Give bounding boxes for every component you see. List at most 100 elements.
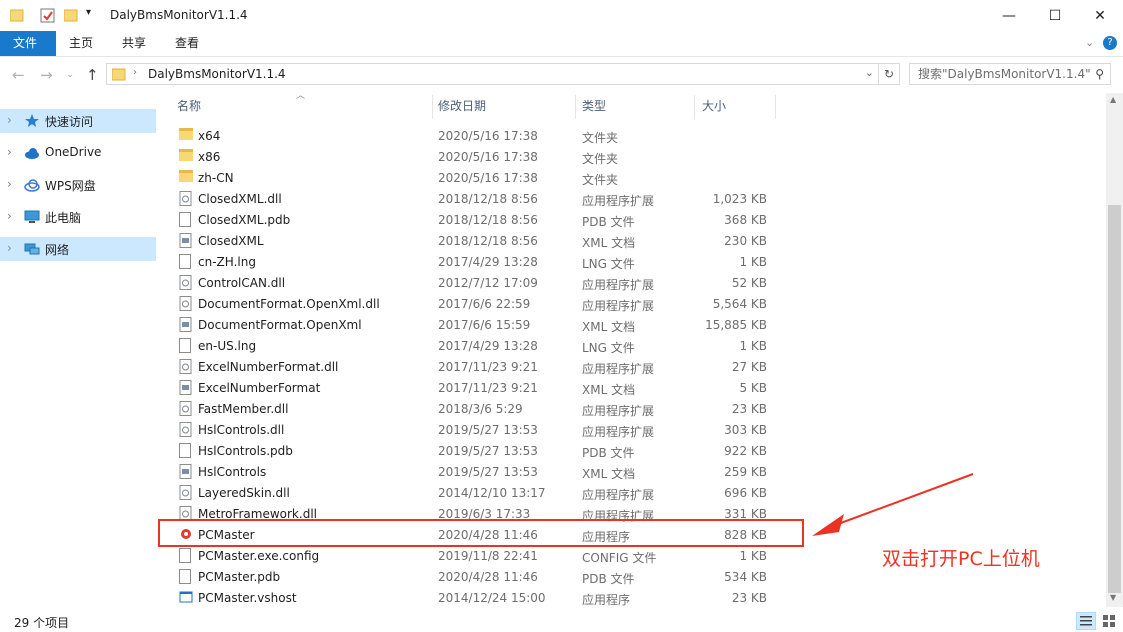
properties-icon[interactable] [40,8,56,24]
sidebar-item-quick-access[interactable]: › 快速访问 [0,109,156,133]
tab-home[interactable]: 主页 [56,31,106,56]
file-date: 2017/6/6 22:59 [438,297,531,311]
file-type: XML 文档 [582,236,636,250]
recent-locations-icon[interactable]: ⌄ [66,69,74,80]
table-row[interactable]: PCMaster.vshost 2014/12/24 15:00 应用程序 23 KB [172,588,772,609]
address-field[interactable]: › DalyBmsMonitorV1.1.4 ⌄ [106,63,879,85]
close-button[interactable]: ✕ [1077,0,1123,31]
folder-icon [179,128,193,144]
sidebar-item-label: 网络 [45,243,70,257]
table-row[interactable]: FastMember.dll 2018/3/6 5:29 应用程序扩展 23 KB [172,399,772,420]
scroll-down-icon[interactable]: ▼ [1110,593,1116,602]
new-folder-icon[interactable] [64,8,78,22]
annotation-arrow [812,473,974,536]
file-icon [179,548,193,564]
file-size: 23 KB [731,591,767,605]
table-row[interactable]: ClosedXML.pdb 2018/12/18 8:56 PDB 文件 368 KB [172,210,772,231]
sidebar-item-wps[interactable]: › WPS网盘 [0,173,156,197]
file-type: 文件夹 [582,173,619,187]
table-row[interactable]: zh-CN 2020/5/16 17:38 文件夹 [172,168,772,189]
column-header-date[interactable]: 修改日期 [438,95,486,119]
file-type: 应用程序扩展 [582,362,655,376]
back-icon[interactable]: ← [12,66,25,84]
large-icons-view-icon[interactable] [1100,612,1118,630]
tab-share[interactable]: 共享 [109,31,159,56]
file-date: 2020/4/28 11:46 [438,570,538,584]
file-size: 534 KB [724,570,767,584]
forward-icon[interactable]: → [40,66,53,84]
scrollbar-thumb[interactable] [1108,205,1121,593]
details-view-icon[interactable] [1076,612,1096,630]
table-row[interactable]: ExcelNumberFormat 2017/11/23 9:21 XML 文档 5 … [172,378,772,399]
column-header-name[interactable]: 名称 [177,95,201,119]
chevron-right-icon[interactable]: › [7,177,12,191]
file-type: XML 文档 [582,383,636,397]
dll-file-icon [179,422,193,438]
file-date: 2014/12/24 15:00 [438,591,546,605]
minimize-button[interactable]: — [986,0,1032,31]
window-title: DalyBmsMonitorV1.1.4 [110,8,248,22]
sidebar-item-network[interactable]: › 网络 [0,237,156,261]
search-icon: ⚲ [1095,67,1104,81]
column-divider[interactable] [775,95,776,119]
table-row[interactable]: ExcelNumberFormat.dll 2017/11/23 9:21 应用程序… [172,357,772,378]
sidebar-item-onedrive[interactable]: › OneDrive [0,141,156,165]
up-icon[interactable]: ↑ [86,66,99,84]
column-divider[interactable] [432,95,433,119]
column-header-type[interactable]: 类型 [582,95,606,119]
table-row[interactable]: DocumentFormat.OpenXml.dll 2017/6/6 22:59… [172,294,772,315]
file-size: 27 KB [731,360,767,374]
sidebar-item-label: 快速访问 [45,115,94,129]
address-dropdown-icon[interactable]: ⌄ [865,66,874,79]
star-icon [25,114,39,127]
column-divider[interactable] [694,95,695,119]
breadcrumb[interactable]: DalyBmsMonitorV1.1.4 [148,67,286,81]
table-row[interactable]: LayeredSkin.dll 2014/12/10 13:17 应用程序扩展 696… [172,483,772,504]
table-row[interactable]: HslControls 2019/5/27 13:53 XML 文档 259 KB [172,462,772,483]
file-name: cn-ZH.lng [198,255,256,269]
table-row[interactable]: ClosedXML.dll 2018/12/18 8:56 应用程序扩展 1,023 … [172,189,772,210]
file-type: 应用程序扩展 [582,299,655,313]
table-row[interactable]: x86 2020/5/16 17:38 文件夹 [172,147,772,168]
file-size: 15,885 KB [705,318,767,332]
customize-toolbar-icon[interactable]: ▾ [86,7,91,18]
file-size: 1 KB [739,255,767,269]
dll-file-icon [179,275,193,291]
file-name: zh-CN [198,171,234,185]
column-divider[interactable] [575,95,576,119]
table-row[interactable]: DocumentFormat.OpenXml 2017/6/6 15:59 XML … [172,315,772,336]
table-row[interactable]: cn-ZH.lng 2017/4/29 13:28 LNG 文件 1 KB [172,252,772,273]
file-name: HslControls.dll [198,423,285,437]
tab-file[interactable]: 文件 [0,31,56,56]
table-row[interactable]: PCMaster.exe.config 2019/11/8 22:41 CONFIG… [172,546,772,567]
tab-view[interactable]: 查看 [162,31,212,56]
table-row[interactable]: ControlCAN.dll 2012/7/12 17:09 应用程序扩展 52 KB [172,273,772,294]
column-header-size[interactable]: 大小 [702,95,726,119]
chevron-right-icon[interactable]: › [7,241,12,255]
file-name: LayeredSkin.dll [198,486,290,500]
file-name: en-US.lng [198,339,257,353]
maximize-button[interactable]: ☐ [1032,0,1078,31]
table-row[interactable]: en-US.lng 2017/4/29 13:28 LNG 文件 1 KB [172,336,772,357]
collapse-ribbon-icon[interactable]: ⌄ [1085,36,1094,49]
scroll-up-icon[interactable]: ▲ [1110,95,1116,104]
chevron-right-icon[interactable]: › [7,209,12,223]
dll-file-icon [179,191,193,207]
sidebar-item-this-pc[interactable]: › 此电脑 [0,205,156,229]
file-type: XML 文档 [582,320,636,334]
refresh-button[interactable]: ↻ [878,63,900,85]
table-row[interactable]: PCMaster.pdb 2020/4/28 11:46 PDB 文件 534 KB [172,567,772,588]
table-row[interactable]: HslControls.pdb 2019/5/27 13:53 PDB 文件 922 … [172,441,772,462]
chevron-right-icon[interactable]: › [7,145,12,159]
table-row[interactable]: ClosedXML 2018/12/18 8:56 XML 文档 230 KB [172,231,772,252]
search-input[interactable]: 搜索"DalyBmsMonitorV1.1.4" ⚲ [909,63,1111,85]
table-row[interactable]: x64 2020/5/16 17:38 文件夹 [172,126,772,147]
file-size: 303 KB [724,423,767,437]
file-date: 2018/12/18 8:56 [438,234,538,248]
sidebar-item-label: OneDrive [45,145,102,159]
table-row[interactable]: HslControls.dll 2019/5/27 13:53 应用程序扩展 303 … [172,420,772,441]
help-icon[interactable]: ? [1103,36,1117,50]
chevron-right-icon[interactable]: › [7,113,12,127]
file-type: 应用程序扩展 [582,404,655,418]
file-name: HslControls.pdb [198,444,293,458]
